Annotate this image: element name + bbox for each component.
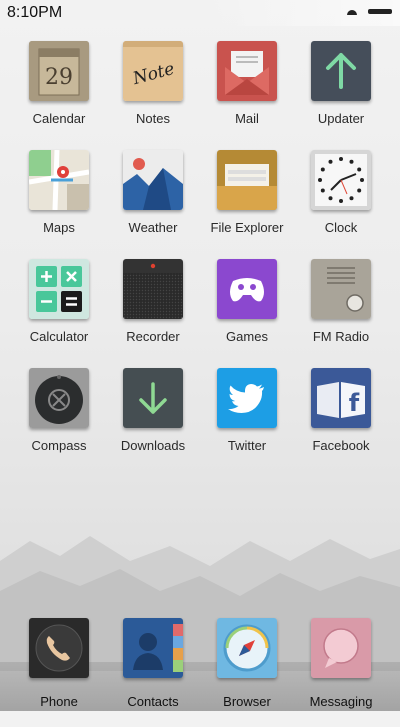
app-compass[interactable]: Compass	[12, 368, 106, 477]
app-label: Twitter	[227, 438, 267, 453]
app-clock[interactable]: Clock	[294, 150, 388, 259]
app-label: FM Radio	[312, 329, 370, 344]
app-label: Maps	[43, 220, 75, 235]
app-weather[interactable]: Weather	[106, 150, 200, 259]
recorder-icon	[123, 259, 183, 319]
radio-icon	[311, 259, 371, 319]
app-file-explorer[interactable]: File Explorer	[200, 150, 294, 259]
app-label: Downloads	[120, 438, 186, 453]
app-label: Updater	[317, 111, 365, 126]
notes-icon: Note	[123, 41, 183, 101]
chat-bubble-icon	[311, 618, 371, 678]
app-label: Calendar	[32, 111, 86, 126]
app-label: Recorder	[126, 329, 180, 344]
status-bar: 8:10PM	[0, 0, 400, 26]
app-mail[interactable]: Mail	[200, 41, 294, 150]
twitter-bird-icon	[217, 368, 277, 428]
calculator-icon	[29, 259, 89, 319]
app-label: Contacts	[127, 694, 179, 709]
android-notification-icon	[347, 10, 357, 15]
weather-icon	[123, 150, 183, 210]
calendar-icon: 29	[29, 41, 89, 101]
app-label: Phone	[40, 694, 78, 709]
download-icon	[123, 368, 183, 428]
app-label: Calculator	[29, 329, 89, 344]
compass-browser-icon	[217, 618, 277, 678]
app-recorder[interactable]: Recorder	[106, 259, 200, 368]
app-maps[interactable]: Maps	[12, 150, 106, 259]
app-updater[interactable]: Updater	[294, 41, 388, 150]
compass-icon	[29, 368, 89, 428]
clock-icon	[311, 150, 371, 210]
app-facebook[interactable]: f Facebook	[294, 368, 388, 477]
gamepad-icon	[217, 259, 277, 319]
app-label: File Explorer	[210, 220, 284, 235]
app-calendar[interactable]: 29 Calendar	[12, 41, 106, 150]
app-notes[interactable]: Note Notes	[106, 41, 200, 150]
app-twitter[interactable]: Twitter	[200, 368, 294, 477]
app-label: Facebook	[312, 438, 370, 453]
updater-icon	[311, 41, 371, 101]
svg-text:f: f	[349, 389, 360, 417]
app-label: Compass	[31, 438, 87, 453]
app-calculator[interactable]: Calculator	[12, 259, 106, 368]
svg-text:29: 29	[45, 65, 73, 90]
app-fm-radio[interactable]: FM Radio	[294, 259, 388, 368]
phone-icon	[29, 618, 89, 678]
folder-icon	[217, 150, 277, 210]
app-downloads[interactable]: Downloads	[106, 368, 200, 477]
app-label: Browser	[223, 694, 271, 709]
app-label: Games	[226, 329, 268, 344]
maps-icon	[29, 150, 89, 210]
facebook-icon: f	[311, 368, 371, 428]
app-games[interactable]: Games	[200, 259, 294, 368]
status-time: 8:10PM	[7, 4, 63, 21]
app-label: Messaging	[309, 694, 373, 709]
contacts-icon	[123, 618, 183, 678]
app-label: Clock	[324, 220, 358, 235]
battery-icon	[368, 9, 392, 14]
app-label: Weather	[128, 220, 178, 235]
app-label: Mail	[235, 111, 259, 126]
mail-icon	[217, 41, 277, 101]
app-label: Notes	[136, 111, 170, 126]
